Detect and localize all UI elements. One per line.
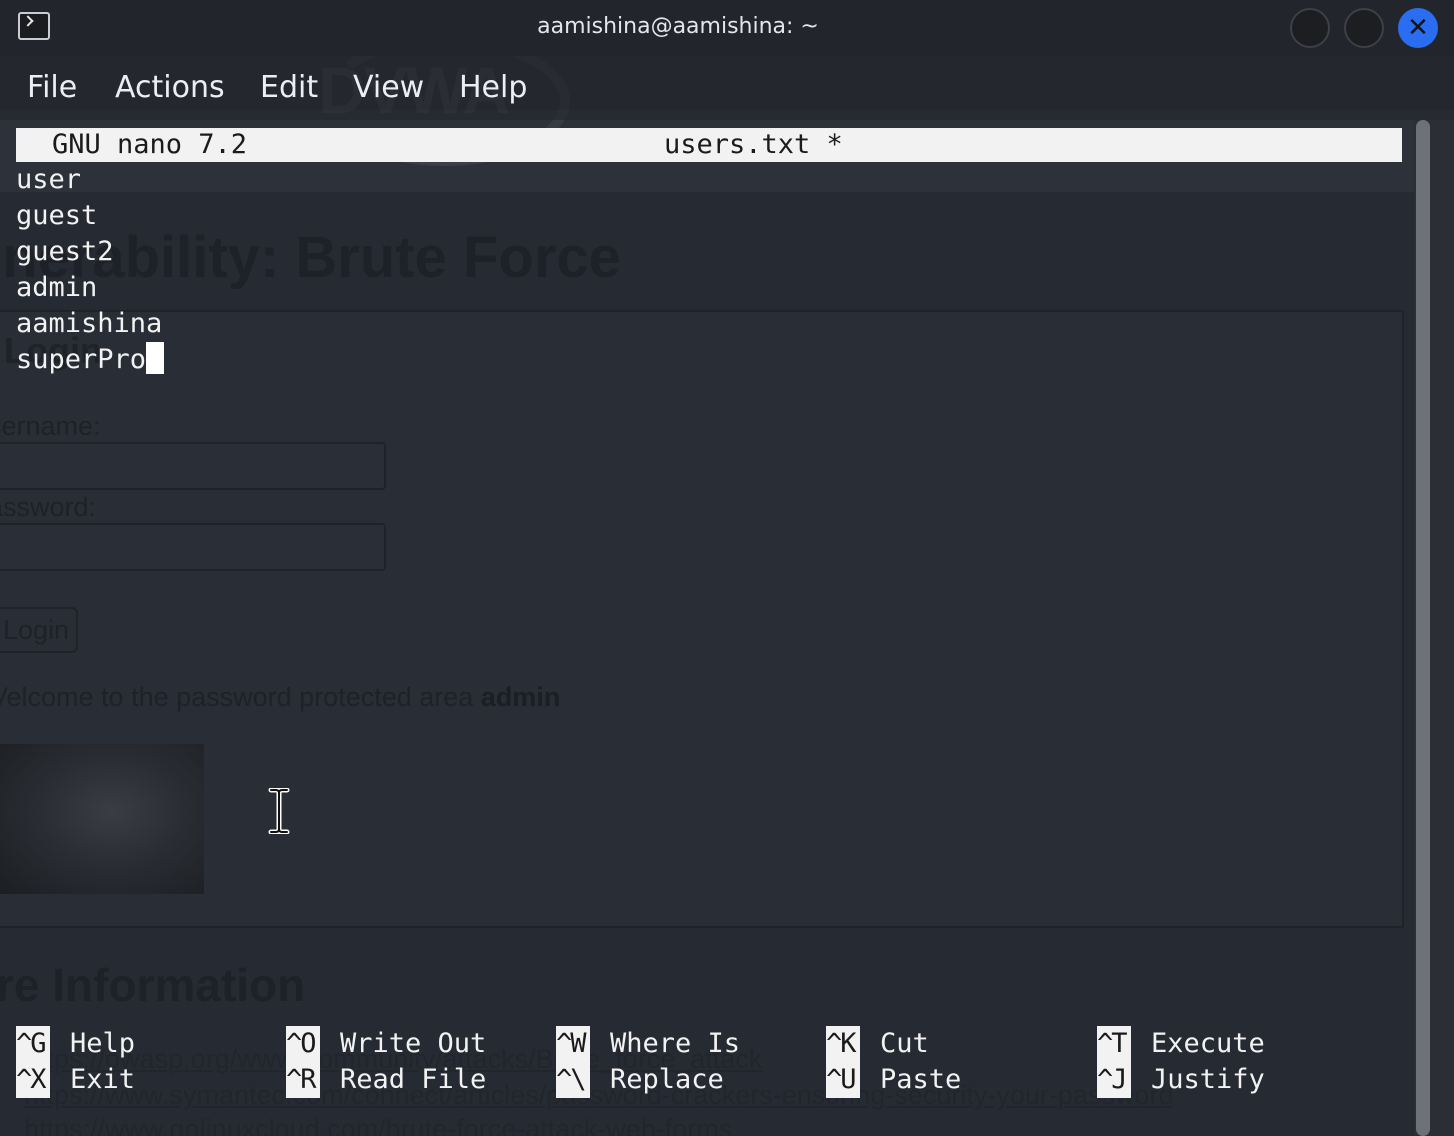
shortcut-label: Cut (880, 1028, 929, 1059)
shortcut-key: ^U (826, 1062, 860, 1098)
background-browser-page: DVWA lnerability: Brute Force Login sern… (0, 0, 1454, 1136)
shortcut-justify[interactable]: ^J Justify (1097, 1062, 1265, 1098)
background-user-photo (0, 744, 204, 894)
nano-shortcut-bar: ^G Help ^O Write Out ^W Where Is ^K Cut ^T Ex… (0, 1026, 1410, 1102)
shortcut-key: ^R (286, 1062, 320, 1098)
shortcut-label: Exit (70, 1064, 136, 1095)
background-password-label: assword: (0, 492, 97, 522)
shortcut-label: Paste (880, 1064, 962, 1095)
shortcut-key: ^\ (556, 1062, 590, 1098)
menu-help[interactable]: Help (459, 70, 527, 105)
background-login-box (0, 310, 1404, 928)
shortcut-key: ^W (556, 1026, 590, 1062)
menu-bar: File Actions Edit View Help (0, 56, 1454, 120)
shortcut-exit[interactable]: ^X Exit (16, 1062, 135, 1098)
buffer-line[interactable]: guest2 (16, 234, 164, 270)
buffer-line-current[interactable]: superPro (16, 342, 165, 378)
shortcut-key: ^K (826, 1026, 860, 1062)
text-cursor-ibeam-icon (268, 788, 290, 834)
background-login-button: Login (0, 607, 78, 653)
background-more-info-heading: re Information (0, 959, 306, 1011)
minimize-button[interactable] (1290, 8, 1330, 48)
background-password-field (0, 523, 386, 571)
background-username-field (0, 442, 386, 490)
shortcut-execute[interactable]: ^T Execute (1097, 1026, 1265, 1062)
background-welcome-text: Velcome to the password protected area a… (0, 682, 560, 713)
text-cursor (146, 342, 165, 374)
shortcut-label: Write Out (340, 1028, 487, 1059)
shortcut-label: Execute (1151, 1028, 1265, 1059)
shortcut-label: Read File (340, 1064, 487, 1095)
shortcut-write-out[interactable]: ^O Write Out (286, 1026, 486, 1062)
buffer-line[interactable]: aamishina (16, 306, 164, 342)
nano-editor-buffer[interactable]: user guest guest2 admin aamishina superP… (16, 162, 165, 378)
maximize-button[interactable] (1344, 8, 1384, 48)
background-link-3: https://www.golinuxcloud.com/brute-force… (24, 1114, 733, 1136)
shortcut-cut[interactable]: ^K Cut (826, 1026, 929, 1062)
nano-filename: users.txt * (664, 129, 843, 160)
close-icon: ✕ (1407, 13, 1429, 43)
background-welcome-user: admin (480, 682, 561, 712)
shortcut-label: Justify (1151, 1064, 1265, 1095)
close-button[interactable]: ✕ (1398, 8, 1438, 48)
shortcut-label: Replace (610, 1064, 724, 1095)
window-title: aamishina@aamishina: ~ (537, 14, 819, 39)
shortcut-label: Where Is (610, 1028, 741, 1059)
terminal-scrollbar[interactable] (1414, 120, 1454, 1136)
menu-actions[interactable]: Actions (115, 70, 225, 105)
shortcut-help[interactable]: ^G Help (16, 1026, 135, 1062)
buffer-line-text: superPro (16, 344, 147, 375)
scrollbar-thumb[interactable] (1416, 120, 1430, 1136)
menu-view[interactable]: View (353, 70, 424, 105)
shortcut-label: Help (70, 1028, 136, 1059)
shortcut-read-file[interactable]: ^R Read File (286, 1062, 486, 1098)
window-titlebar[interactable]: aamishina@aamishina: ~ ✕ (0, 0, 1454, 56)
shortcut-key: ^G (16, 1026, 50, 1062)
menu-file[interactable]: File (27, 70, 77, 105)
menu-edit[interactable]: Edit (260, 70, 318, 105)
shortcut-replace[interactable]: ^\ Replace (556, 1062, 724, 1098)
buffer-line[interactable]: user (16, 162, 164, 198)
nano-title-bar: GNU nano 7.2 users.txt * (16, 128, 1402, 162)
shortcut-paste[interactable]: ^U Paste (826, 1062, 961, 1098)
shortcut-key: ^O (286, 1026, 320, 1062)
background-welcome-prefix: Velcome to the password protected area (0, 682, 481, 712)
shortcut-where-is[interactable]: ^W Where Is (556, 1026, 740, 1062)
buffer-line[interactable]: admin (16, 270, 164, 306)
shortcut-key: ^T (1097, 1026, 1131, 1062)
buffer-line[interactable]: guest (16, 198, 164, 234)
shortcut-key: ^X (16, 1062, 50, 1098)
shortcut-key: ^J (1097, 1062, 1131, 1098)
background-username-label: sername: (0, 411, 101, 441)
nano-version: GNU nano 7.2 (52, 129, 248, 160)
